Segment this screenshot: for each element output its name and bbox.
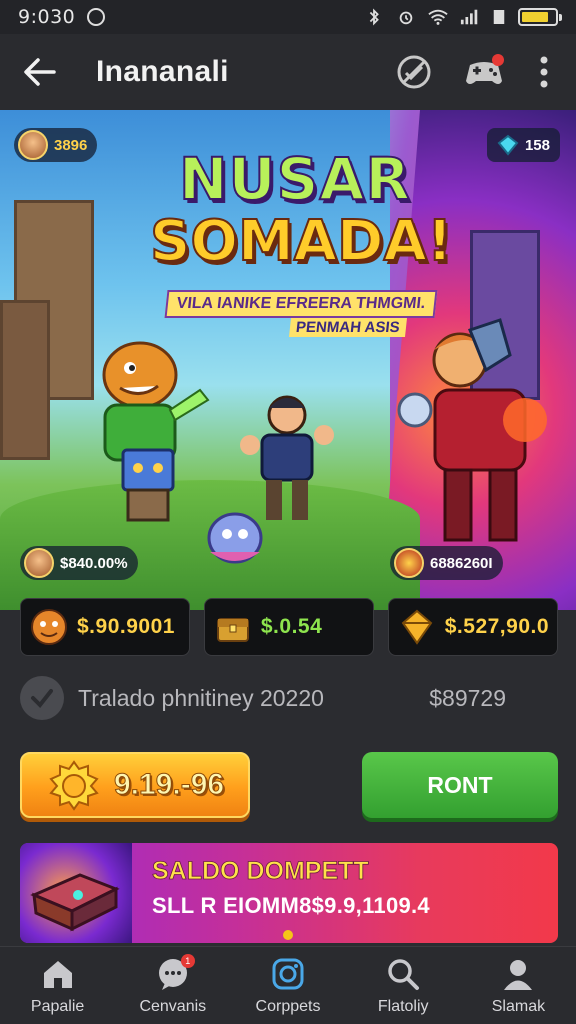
- app-bar: Inananali: [0, 34, 576, 110]
- nav-item-chat[interactable]: 1 Cenvanis: [115, 947, 230, 1024]
- nav-item-search[interactable]: Flatoliy: [346, 947, 461, 1024]
- gem-count-value: 158: [524, 136, 550, 154]
- stat-card-hero[interactable]: $.90.9001: [20, 598, 190, 656]
- player-avatar: [18, 130, 48, 160]
- nav-label: Cenvanis: [139, 997, 207, 1015]
- hero-banner[interactable]: NUSAR SOMADA! VILA IANIKE EFREERA THMGMI…: [0, 110, 576, 610]
- promo-title: SALDO DOMPETT: [152, 857, 369, 886]
- rent-button[interactable]: RONT: [362, 752, 558, 818]
- hero-title-line2: SOMADA!: [149, 209, 453, 274]
- more-vertical-icon: [540, 56, 548, 88]
- home-icon: [43, 960, 72, 988]
- player-level-chip[interactable]: 3896: [14, 128, 98, 162]
- nav-item-profile[interactable]: Slamak: [461, 947, 576, 1024]
- profile-icon: [504, 959, 533, 990]
- nav-item-home[interactable]: Papalie: [0, 947, 115, 1024]
- blue-robot-character: [121, 448, 175, 522]
- status-time: 9:030: [18, 6, 76, 28]
- carousel-indicator[interactable]: [283, 930, 293, 940]
- notification-badge: [492, 54, 504, 66]
- notification-icon: [87, 8, 106, 26]
- gold-gem-icon: [401, 609, 433, 645]
- promo-subtitle: SLL R EIOMM8$9.9,1109.4: [152, 893, 430, 918]
- game-controller-button[interactable]: [462, 50, 506, 94]
- promo-chest-art: [20, 843, 132, 943]
- stat-card-chest[interactable]: $.0.54: [203, 598, 374, 656]
- page-title: Inananali: [96, 55, 229, 88]
- nav-label: Slamak: [491, 997, 546, 1015]
- check-icon: [20, 676, 64, 720]
- transaction-info-row: Tralado phnitiney 20220 $89729: [20, 672, 558, 724]
- stat-value: $.90.9001: [77, 615, 175, 638]
- pet-creature-character: [207, 512, 263, 564]
- chat-badge: 1: [180, 953, 195, 968]
- transaction-label: Tralado phnitiney 20220: [78, 684, 324, 711]
- hero-avatar-icon: [31, 609, 67, 645]
- back-arrow-icon: [24, 58, 56, 86]
- opponent-value: 6886260I: [430, 554, 493, 572]
- cancel-sync-button[interactable]: [392, 50, 436, 94]
- player-avatar: [24, 548, 54, 578]
- armored-knight-character: [397, 318, 547, 542]
- action-buttons: 9.19.-96 RONT: [20, 752, 558, 818]
- sim-icon: [493, 10, 505, 24]
- nav-label: Corppets: [255, 997, 321, 1015]
- opponent-avatar: [394, 548, 424, 578]
- gold-coin-icon: [49, 760, 99, 811]
- treasure-chest-icon: [216, 618, 249, 642]
- coin-balance-button[interactable]: 9.19.-96: [20, 752, 250, 818]
- no-connection-icon: [397, 55, 431, 89]
- player-earnings-value: $840.00%: [60, 554, 128, 572]
- stats-row: $.90.9001 $.0.54 $.527,90.0: [20, 598, 559, 656]
- nav-label: Flatoliy: [377, 997, 429, 1015]
- nav-label: Papalie: [30, 997, 85, 1015]
- transaction-amount: $89729: [429, 684, 506, 711]
- alarm-icon: [399, 11, 413, 25]
- nav-item-camera[interactable]: Corppets: [230, 947, 345, 1024]
- gem-icon: [497, 134, 519, 156]
- castle-tower: [0, 300, 50, 460]
- stat-value: $.527,90.0: [444, 615, 550, 638]
- hero-subtitle: VILA IANIKE EFREERA THMGMI.: [164, 290, 438, 318]
- bottom-navigation: Papalie 1 Cenvanis Corppets Flatoliy Sla…: [0, 946, 576, 1024]
- wallet-promo-banner[interactable]: SALDO DOMPETT SLL R EIOMM8$9.9,1109.4: [20, 843, 558, 943]
- hero-title-line1: NUSAR: [178, 145, 411, 213]
- signal-icon: [460, 9, 478, 25]
- bluetooth-icon: [369, 8, 379, 26]
- player-level-value: 3896: [54, 136, 88, 154]
- coin-balance-value: 9.19.-96: [113, 768, 225, 802]
- wifi-icon: [428, 9, 448, 25]
- stat-card-gem[interactable]: $.527,90.0: [387, 598, 559, 656]
- hero-subtitle-2: PENMAH ASIS: [289, 318, 407, 337]
- player-earnings-chip[interactable]: $840.00%: [20, 546, 138, 580]
- more-options-button[interactable]: [532, 50, 556, 94]
- stat-value: $.0.54: [260, 615, 323, 638]
- gem-count-chip[interactable]: 158: [486, 128, 560, 162]
- search-icon: [388, 958, 420, 990]
- hero-title: NUSAR SOMADA!: [149, 145, 453, 274]
- battery-icon: [518, 8, 562, 26]
- status-bar: 9:030: [0, 0, 576, 34]
- camera-icon: [272, 958, 304, 989]
- opponent-chip[interactable]: 6886260I: [390, 546, 503, 580]
- back-button[interactable]: [20, 52, 60, 92]
